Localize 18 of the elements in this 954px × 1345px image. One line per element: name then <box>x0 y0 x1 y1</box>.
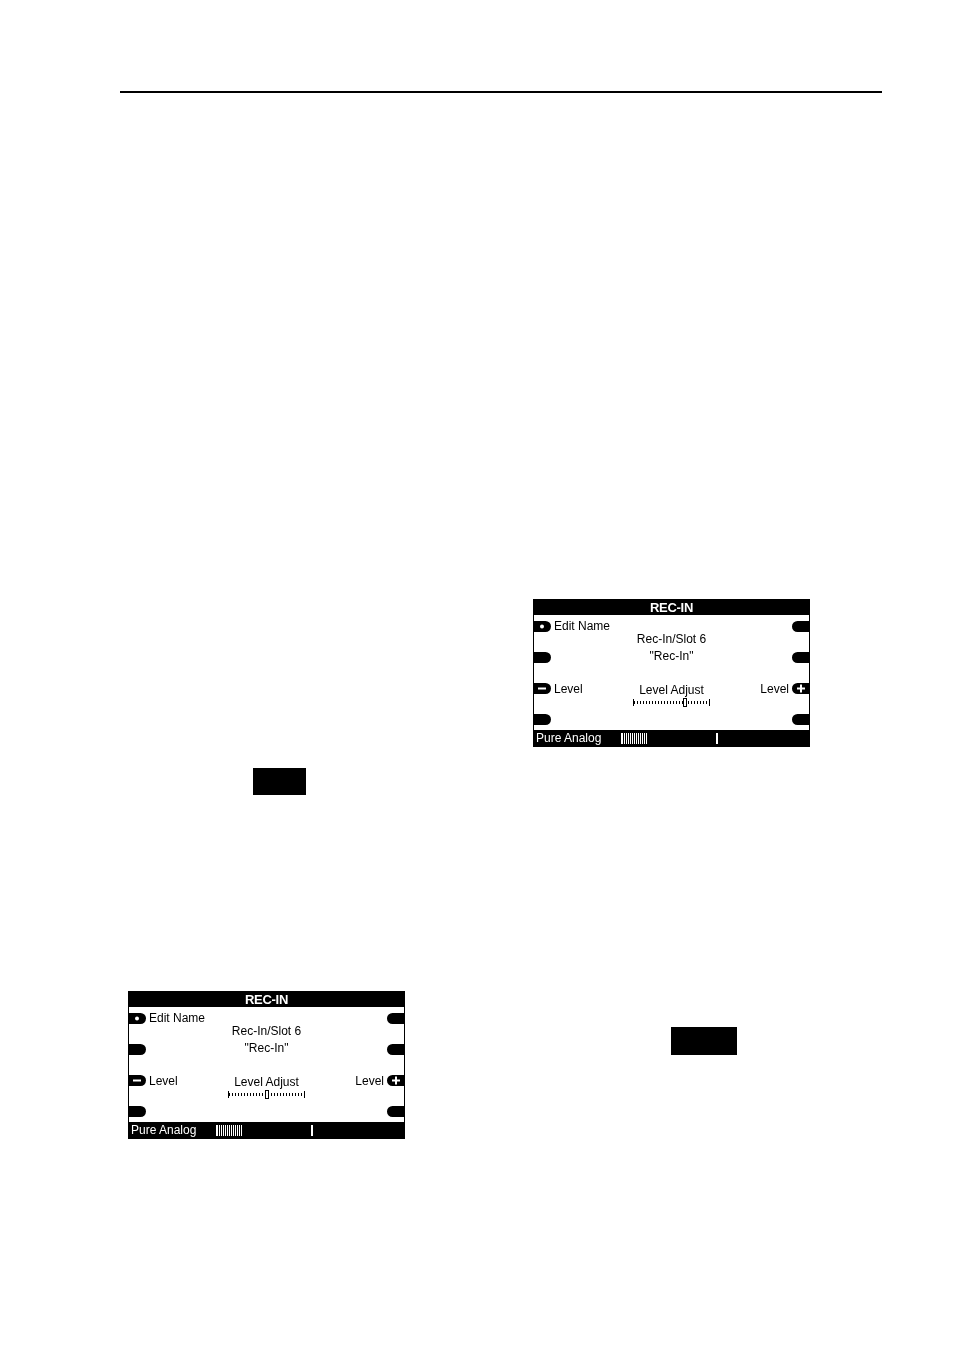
softkey-label: Level <box>760 682 789 695</box>
screen-title: REC-IN <box>534 600 809 615</box>
info-text: Rec-In/Slot 6 <box>231 1024 302 1038</box>
filled-rectangle <box>253 768 306 795</box>
status-text: Pure Analog <box>536 731 602 745</box>
softkey-label: Level <box>355 1074 384 1087</box>
info-text: "Rec-In" <box>649 649 694 663</box>
info-text: Rec-In/Slot 6 <box>636 632 707 646</box>
scale-label: Level Adjust <box>234 1075 299 1089</box>
screen-title: REC-IN <box>129 992 404 1007</box>
softkey-label: Level <box>149 1074 178 1087</box>
filled-rectangle <box>671 1027 737 1055</box>
status-text: Pure Analog <box>131 1123 197 1137</box>
softkey-label: Edit Name <box>554 620 611 632</box>
info-text: "Rec-In" <box>244 1041 289 1055</box>
softkey-label: Edit Name <box>149 1012 206 1024</box>
scale-label: Level Adjust <box>639 683 704 697</box>
softkey-label: Level <box>554 682 583 695</box>
